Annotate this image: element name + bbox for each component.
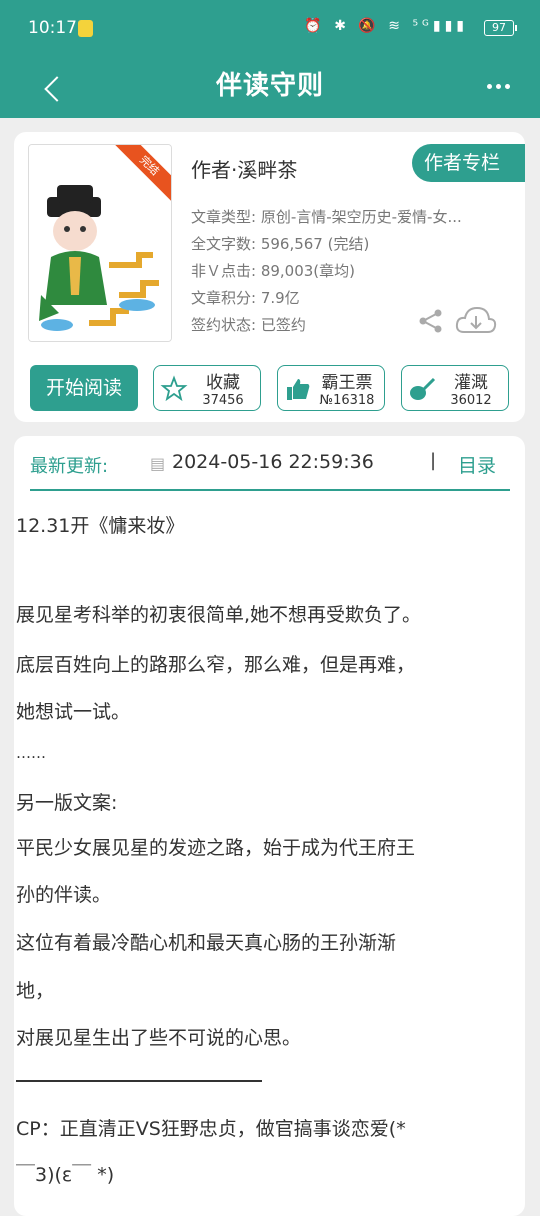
author-name[interactable]: 作者·溪畔茶 [191,154,297,183]
desc-line: 地， [16,980,55,1002]
app-notification-icon [78,20,93,37]
battery-icon: 97 [484,20,517,36]
water-button[interactable]: 灌溉 36012 [401,365,509,411]
status-bar: 10:17 ⏰ ✱ 🔕 ≋ ⁵ᴳ▮▮▮ 97 [0,0,540,60]
desc-line: 她想试一试。 [16,701,131,723]
desc-line: 孙的伴读。 [16,884,112,906]
desc-line: 这位有着最冷酷心机和最天真心肠的王孙渐渐 [16,932,397,954]
separator: | [430,450,437,471]
favorite-button[interactable]: 收藏 37456 [153,365,261,411]
share-icon[interactable] [418,308,444,334]
meta-genre: 文章类型: 原创-言情-架空历史-爱情-女... [191,208,462,226]
text-divider [16,1080,262,1082]
toc-link[interactable]: 目录 [458,451,496,478]
water-label: 灌溉 [454,373,488,393]
book-cover[interactable]: 完结 [28,144,172,342]
desc-line: ￣3)(ε￣ *) [16,1164,115,1186]
desc-line: …… [16,744,46,762]
desc-line: 对展见星生出了些不可说的心思。 [16,1027,302,1049]
ticket-count: №16318 [319,393,375,408]
latest-update-label: 最新更新: [30,456,109,477]
ticket-label: 霸王票 [321,373,373,393]
book-info-card: 完结 作者·溪畔茶 作者专栏 文章类型: 原创-言情-架空历史-爱情-女... … [14,132,525,422]
star-icon [160,375,188,402]
desc-line: 展见星考科举的初衷很简单,她不想再受欺负了。 [16,604,422,626]
favorite-count: 37456 [202,393,244,408]
desc-line: 另一版文案: [16,792,118,814]
water-count: 36012 [450,393,492,408]
thumbs-up-icon [287,379,310,400]
desc-line: CP：正直清正VS狂野忠贞，做官搞事谈恋爱(* [16,1118,406,1140]
desc-line: 底层百姓向上的路那么窄，那么难，但是再难， [16,654,416,676]
download-cloud-icon[interactable] [454,304,498,336]
ticket-button[interactable]: 霸王票 №16318 [277,365,385,411]
status-icons: ⏰ ✱ 🔕 ≋ ⁵ᴳ▮▮▮ [304,18,468,34]
app-bar: 伴读守则 [0,60,540,118]
update-underline [30,489,510,491]
meta-word-count: 全文字数: 596,567 (完结) [191,235,370,253]
author-column-button[interactable]: 作者专栏 [412,144,525,182]
meta-clicks: 非Ｖ点击: 89,003(章均) [191,262,356,280]
update-icon: ▤ [150,454,166,473]
desc-line: 12.31开《慵来妆》 [16,515,185,537]
latest-update-time: 2024-05-16 22:59:36 [172,451,374,473]
start-reading-button[interactable]: 开始阅读 [30,365,138,411]
watering-can-icon [410,377,436,400]
favorite-label: 收藏 [206,373,240,393]
more-options-button[interactable] [482,72,514,100]
status-time: 10:17 [28,18,77,38]
page-title: 伴读守则 [215,71,324,101]
content-card: 最新更新: ▤ 2024-05-16 22:59:36 | 目录 [14,436,525,1216]
desc-line: 平民少女展见星的发迹之路，始于成为代王府王 [16,837,416,859]
